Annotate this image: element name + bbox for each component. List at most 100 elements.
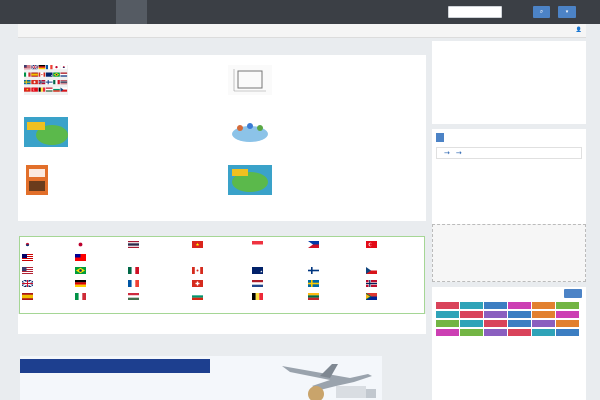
article-desc	[278, 128, 418, 144]
tag-link[interactable]	[436, 302, 459, 309]
country-link[interactable]	[308, 279, 353, 289]
article-thumb-shenzhen-hongkong[interactable]	[24, 117, 68, 147]
flag-sg-icon	[252, 241, 263, 248]
country-link[interactable]	[192, 292, 237, 302]
tag-link[interactable]	[508, 302, 531, 309]
country-link[interactable]	[128, 266, 173, 276]
articles-section-title	[18, 41, 426, 55]
flag-lt-icon	[308, 293, 319, 300]
flag-tw-icon	[75, 254, 86, 261]
country-link[interactable]	[252, 279, 297, 289]
search-input[interactable]	[448, 6, 502, 18]
tag-link[interactable]	[484, 311, 507, 318]
article-item[interactable]: ★ ★	[18, 59, 222, 105]
article-thumb-box[interactable]	[228, 65, 272, 95]
nav-item-5[interactable]	[240, 0, 271, 24]
search-icon: ⌕	[539, 8, 544, 15]
tag-link[interactable]	[556, 311, 579, 318]
user-login-link[interactable]: 👤	[576, 27, 582, 33]
article-thumb-book[interactable]	[24, 165, 68, 195]
country-link[interactable]	[308, 266, 353, 276]
article-item[interactable]	[222, 159, 426, 205]
article-thumb-globe-people[interactable]	[228, 117, 272, 147]
country-link[interactable]	[22, 279, 67, 289]
country-link[interactable]	[128, 240, 173, 250]
article-item[interactable]	[222, 111, 426, 157]
nav-item-4[interactable]	[209, 0, 240, 24]
country-link[interactable]	[22, 266, 67, 276]
country-link[interactable]	[75, 279, 120, 289]
country-link[interactable]	[22, 292, 67, 302]
tag-link[interactable]	[484, 302, 507, 309]
country-link[interactable]	[128, 292, 173, 302]
country-link[interactable]	[308, 240, 353, 250]
tag-link[interactable]	[484, 320, 507, 327]
country-link[interactable]	[366, 292, 411, 302]
country-link[interactable]	[252, 240, 297, 250]
article-desc	[278, 176, 418, 192]
tag-link[interactable]	[436, 311, 459, 318]
country-link[interactable]: ★	[192, 240, 237, 250]
country-link[interactable]	[366, 266, 411, 276]
nav-item-3[interactable]	[178, 0, 209, 24]
country-link[interactable]	[22, 253, 67, 263]
nav-item-2[interactable]	[147, 0, 178, 24]
service-line	[436, 183, 584, 191]
tag-link[interactable]	[436, 329, 459, 336]
tag-link[interactable]	[460, 302, 483, 309]
flag-cz-icon	[366, 267, 377, 274]
tag-link[interactable]	[532, 302, 555, 309]
country-link[interactable]	[192, 266, 237, 276]
main-column: ★ ★ ★ ★	[18, 41, 426, 400]
flag-fr-icon	[128, 280, 139, 287]
promo-banner[interactable]	[20, 356, 382, 400]
tag-cloud-box	[432, 287, 586, 400]
tag-link[interactable]	[508, 320, 531, 327]
tag-link[interactable]	[460, 311, 483, 318]
article-thumb-flags[interactable]: ★ ★	[24, 64, 68, 95]
article-item[interactable]	[222, 59, 426, 105]
country-link[interactable]	[75, 292, 120, 302]
taobao-ad[interactable]	[432, 41, 586, 124]
flag-no-icon	[366, 280, 377, 287]
tag-link[interactable]	[508, 311, 531, 318]
country-link[interactable]	[75, 240, 120, 250]
tags-more-button[interactable]	[564, 289, 582, 298]
tag-link[interactable]	[556, 302, 579, 309]
tag-link[interactable]	[436, 320, 459, 327]
nav-item-6[interactable]	[271, 0, 302, 24]
tag-link[interactable]	[556, 320, 579, 327]
country-link[interactable]	[75, 266, 120, 276]
country-link[interactable]	[366, 279, 411, 289]
menu-dropdown-button[interactable]: ▾	[558, 6, 576, 18]
country-link[interactable]	[128, 279, 173, 289]
user-icon: 👤	[575, 27, 582, 33]
ad-placeholder[interactable]	[432, 224, 586, 282]
country-link[interactable]: ★	[252, 266, 297, 276]
country-link[interactable]	[308, 292, 353, 302]
country-link[interactable]	[22, 240, 67, 250]
tag-link[interactable]	[460, 320, 483, 327]
tag-link[interactable]	[556, 329, 579, 336]
article-item[interactable]	[18, 159, 222, 205]
countries-section-title	[18, 222, 426, 236]
nav-home[interactable]	[116, 0, 147, 24]
flag-vn-icon: ★	[192, 241, 203, 248]
country-link[interactable]	[366, 240, 411, 250]
top-navbar: ⌕ ▾	[0, 0, 600, 24]
tag-link[interactable]	[460, 329, 483, 336]
tag-link[interactable]	[532, 311, 555, 318]
article-thumb-shenzhen-hongkong[interactable]	[228, 165, 272, 195]
search-button[interactable]: ⌕	[533, 6, 550, 18]
country-link[interactable]	[192, 279, 237, 289]
flag-tr-icon	[366, 241, 377, 248]
tag-link[interactable]	[532, 320, 555, 327]
country-link[interactable]	[252, 292, 297, 302]
tag-link[interactable]	[484, 329, 507, 336]
breadcrumb: 👤	[18, 24, 586, 38]
country-link[interactable]	[75, 253, 120, 263]
tag-link[interactable]	[508, 329, 531, 336]
tag-link[interactable]	[532, 329, 555, 336]
sidebar: → →	[432, 41, 586, 400]
article-item[interactable]	[18, 111, 222, 157]
